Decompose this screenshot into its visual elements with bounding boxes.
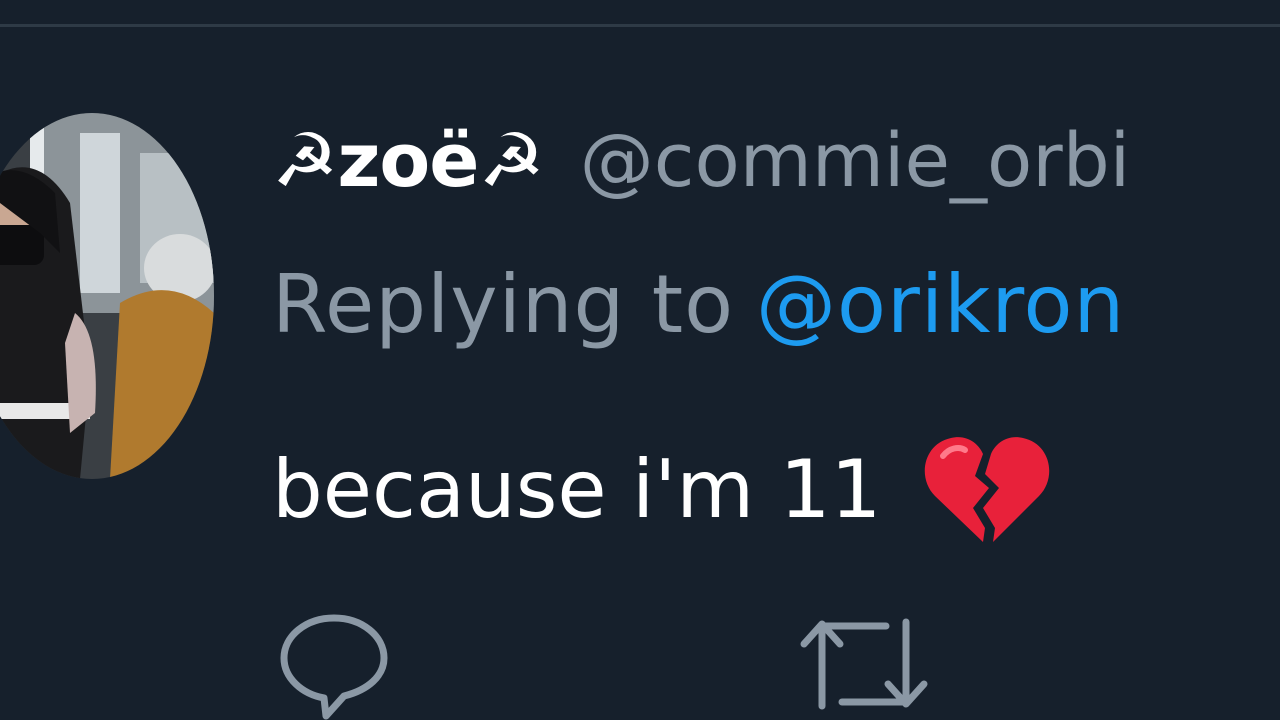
top-divider: [0, 24, 1280, 27]
tweet-header: ☭zoë☭ @commie_orbi: [272, 118, 1130, 204]
tweet-text: because i'm 11: [272, 442, 882, 536]
display-name[interactable]: ☭zoë☭: [272, 118, 545, 204]
handle[interactable]: @commie_orbi: [580, 118, 1130, 204]
reply-prefix: Replying to: [272, 258, 735, 351]
tweet-body: because i'm 11: [272, 430, 1053, 548]
retweet-icon: [800, 618, 928, 710]
avatar[interactable]: [0, 113, 214, 479]
reply-button[interactable]: [278, 612, 390, 720]
reply-context: Replying to @orikron: [272, 258, 1125, 351]
broken-heart-icon: [921, 430, 1053, 548]
reply-icon: [280, 614, 388, 720]
reply-target-link[interactable]: @orikron: [756, 258, 1125, 351]
retweet-button[interactable]: [796, 612, 936, 720]
